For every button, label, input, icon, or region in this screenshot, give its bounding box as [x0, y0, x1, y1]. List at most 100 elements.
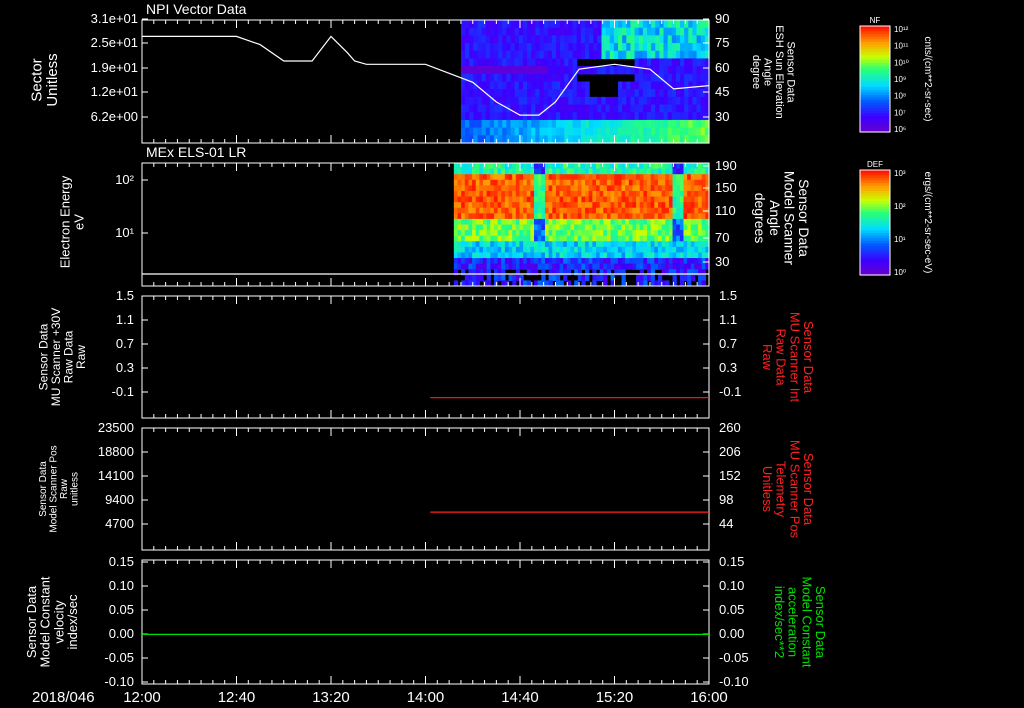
spectrogram-cell [477, 20, 483, 29]
spectrogram-cell [535, 50, 541, 60]
spectrogram-cell [628, 168, 634, 175]
spectrogram-cell [636, 202, 641, 209]
spectrogram-cell [672, 224, 677, 231]
spectrogram-cell [543, 50, 549, 60]
spectrogram-cell [654, 230, 659, 237]
spectrogram-cell [676, 230, 681, 237]
spectrogram-cell [599, 258, 604, 265]
spectrogram-cell [654, 224, 659, 231]
spectrogram-cell [568, 104, 574, 113]
spectrogram-cell [599, 174, 604, 181]
spectrogram-cell [696, 96, 702, 106]
spectrogram-cell [676, 218, 681, 226]
spectrogram-cell [512, 185, 517, 192]
spectrogram-cell [566, 230, 572, 237]
spectrogram-cell [483, 163, 488, 170]
spectrogram-cell [574, 241, 579, 248]
spectrogram-cell [639, 213, 644, 220]
spectrogram-cell [472, 235, 477, 242]
spectrogram-cell [560, 50, 565, 60]
spectrogram-cell [514, 119, 520, 129]
spectrogram-cell [663, 112, 669, 121]
spectrogram-cell [497, 185, 502, 192]
spectrogram-cell [667, 58, 673, 67]
spectrogram-cell [588, 202, 593, 209]
spectrogram-cell [472, 224, 477, 231]
spectrogram-cell [497, 235, 502, 242]
spectrogram-cell [683, 185, 688, 192]
y2-axis-label: Sensor DataESH Sun ElevationAngledegree [750, 25, 797, 119]
spectrogram-cell [566, 258, 572, 265]
spectrogram-cell [510, 73, 516, 83]
spectrogram-cell [493, 224, 499, 231]
spectrogram-cell [552, 241, 557, 248]
spectrogram-cell [563, 224, 568, 231]
spectrogram-cell [638, 50, 644, 60]
spectrogram-cell [632, 202, 637, 209]
spectrogram-cell [698, 213, 703, 220]
spectrogram-cell [551, 119, 557, 129]
spectrogram-cell [613, 104, 619, 113]
spectrogram-cell [675, 20, 681, 29]
spectrogram-cell [661, 174, 666, 181]
y-axis-label: SectorUnitless [28, 53, 61, 106]
spectrogram-cell [609, 127, 615, 136]
spectrogram-cell [692, 135, 698, 144]
spectrogram-cell [494, 66, 499, 75]
spectrogram-cell [510, 135, 516, 144]
spectrogram-cell [630, 119, 636, 129]
spectrogram-cell [566, 190, 572, 198]
spectrogram-cell [698, 274, 703, 282]
spectrogram-cell [659, 89, 665, 98]
spectrogram-cell [468, 230, 473, 237]
spectrogram-cell [647, 185, 652, 192]
spectrogram-cell [481, 112, 487, 121]
spectrogram-cell [622, 50, 627, 60]
spectrogram-cell [574, 230, 579, 237]
spectrogram-cell [534, 263, 539, 270]
spectrogram-cell [675, 89, 681, 98]
spectrogram-cell [530, 179, 535, 186]
spectrogram-cell [609, 96, 615, 106]
spectrogram-cell [589, 43, 594, 52]
spectrogram-cell [501, 168, 506, 175]
spectrogram-cell [642, 127, 648, 136]
spectrogram-cell [650, 168, 655, 175]
spectrogram-cell [522, 112, 528, 121]
spectrogram-cell [698, 179, 703, 186]
spectrogram-cell [585, 179, 590, 186]
spectrogram-cell [548, 230, 553, 237]
spectrogram-cell [696, 66, 702, 75]
spectrogram-cell [625, 174, 630, 181]
spectrogram-cell [642, 119, 648, 129]
spectrogram-cell [472, 168, 477, 175]
spectrogram-cell [469, 96, 474, 106]
spectrogram-cell [563, 185, 568, 192]
spectrogram-cell [696, 104, 702, 113]
spectrogram-cell [606, 207, 612, 214]
spectrogram-cell [514, 135, 520, 144]
spectrogram-cell [701, 274, 706, 282]
spectrogram-cell [679, 218, 685, 226]
spectrogram-cell [465, 127, 470, 136]
spectrogram-cell [675, 43, 681, 52]
y-tick-label: 1.1 [116, 312, 134, 327]
spectrogram-cell [603, 218, 608, 226]
spectrogram-cell [515, 263, 521, 270]
spectrogram-cell [537, 190, 542, 198]
spectrogram-cell [515, 218, 521, 226]
y-tick-label: 0.15 [109, 554, 134, 569]
spectrogram-cell [530, 213, 535, 220]
spectrogram-cell [584, 50, 590, 60]
spectrogram-cell [514, 50, 520, 60]
spectrogram-cell [610, 246, 615, 254]
spectrogram-cell [663, 27, 669, 36]
spectrogram-cell [563, 168, 568, 175]
y2-tick-label: 30 [715, 254, 729, 269]
spectrogram-cell [465, 96, 470, 106]
spectrogram-cell [698, 202, 703, 209]
spectrogram-cell [659, 127, 665, 136]
spectrogram-cell [494, 104, 499, 113]
spectrogram-cell [481, 66, 487, 75]
spectrogram-cell [552, 190, 557, 198]
